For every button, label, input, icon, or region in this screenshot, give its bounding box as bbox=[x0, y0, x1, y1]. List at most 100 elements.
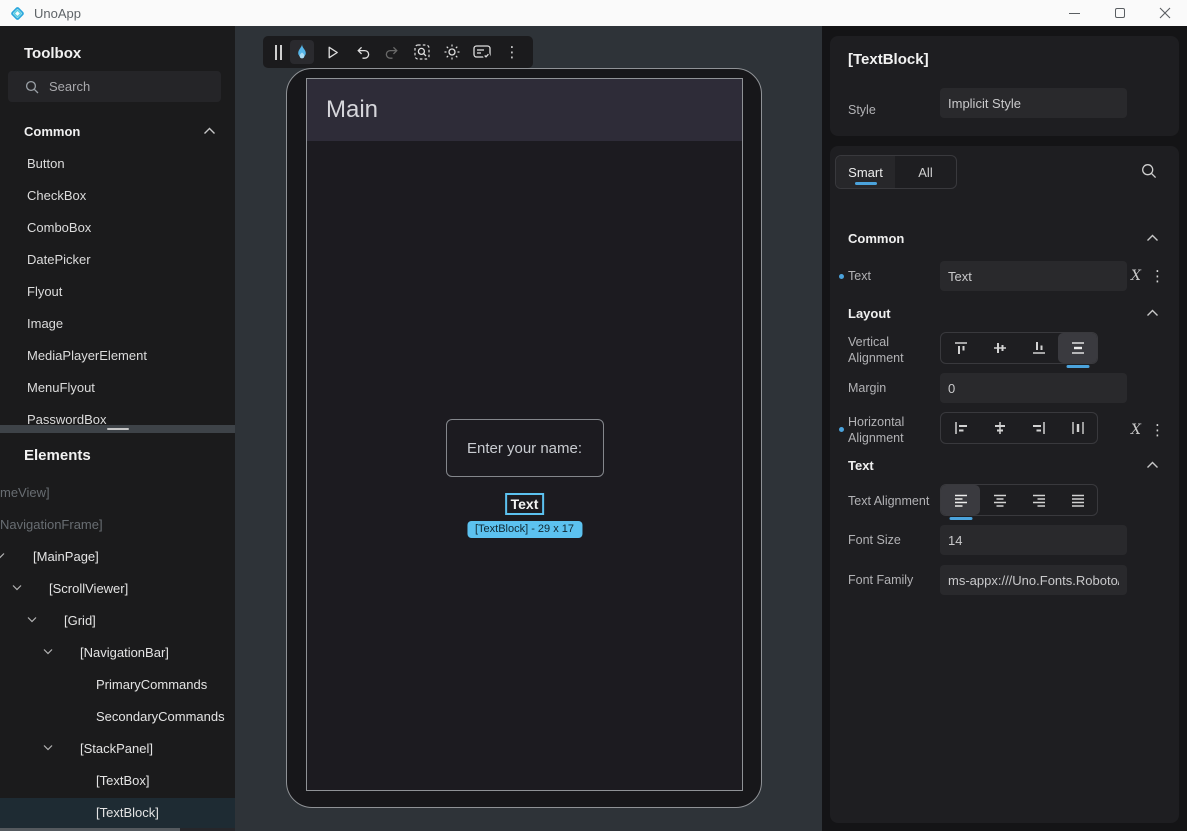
element-header-card: [TextBlock] Style bbox=[830, 36, 1179, 136]
row-vertical-alignment: Vertical Alignment bbox=[830, 332, 1179, 368]
align-left-icon bbox=[952, 419, 970, 437]
textalign-center-button[interactable] bbox=[980, 485, 1019, 515]
textalign-left-button[interactable] bbox=[941, 485, 980, 515]
tree-item-primarycommands[interactable]: PrimaryCommands bbox=[0, 670, 235, 700]
toolbox-item-combobox[interactable]: ComboBox bbox=[0, 212, 235, 242]
section-common[interactable]: Common bbox=[830, 228, 1179, 252]
form-check-button[interactable] bbox=[470, 40, 494, 64]
font-family-input[interactable] bbox=[940, 565, 1127, 595]
tab-all[interactable]: All bbox=[895, 156, 956, 188]
row-horizontal-alignment: Horizontal Alignment X bbox=[830, 412, 1179, 448]
chevron-up-icon bbox=[203, 127, 216, 135]
textalign-right-button[interactable] bbox=[1019, 485, 1058, 515]
inspect-button[interactable] bbox=[410, 40, 434, 64]
kebab-icon: ⋮ bbox=[505, 45, 520, 60]
chevron-up-icon bbox=[1146, 461, 1159, 469]
align-vcenter-icon bbox=[991, 339, 1009, 357]
sun-icon bbox=[443, 43, 461, 61]
toolbox-item-flyout[interactable]: Flyout bbox=[0, 276, 235, 306]
vertical-alignment-group bbox=[940, 332, 1098, 364]
active-tab-underline bbox=[855, 182, 877, 185]
minimize-button[interactable] bbox=[1052, 0, 1097, 26]
chevron-down-icon bbox=[27, 616, 37, 623]
text-align-center-icon bbox=[991, 491, 1009, 509]
valign-top-button[interactable] bbox=[941, 333, 980, 363]
style-input[interactable] bbox=[940, 88, 1127, 118]
tree-item-textblock-selected[interactable]: [TextBlock] bbox=[0, 798, 235, 828]
chevron-up-icon bbox=[1146, 309, 1159, 317]
design-textblock-selected[interactable]: Text bbox=[505, 493, 545, 515]
margin-input[interactable] bbox=[940, 373, 1127, 403]
chevron-up-icon bbox=[1146, 234, 1159, 242]
design-textbox[interactable]: Enter your name: bbox=[446, 419, 604, 477]
toolbox-item-datepicker[interactable]: DatePicker bbox=[0, 244, 235, 274]
design-canvas: ⋮ Main Enter your name: Text [TextBlock]… bbox=[235, 26, 822, 831]
app-navbar: Main bbox=[307, 79, 742, 141]
style-label: Style bbox=[848, 103, 876, 117]
tree-item-scrollviewer[interactable]: [ScrollViewer] bbox=[0, 574, 235, 604]
toolbox-item-checkbox[interactable]: CheckBox bbox=[0, 180, 235, 210]
tree-item-textbox[interactable]: [TextBox] bbox=[0, 766, 235, 796]
selected-underline bbox=[1066, 365, 1089, 368]
kebab-icon[interactable]: ⋮ bbox=[1150, 423, 1165, 438]
tree-item-mainpage[interactable]: [MainPage] bbox=[0, 542, 235, 572]
toolbox-title: Toolbox bbox=[24, 45, 81, 62]
horizontal-alignment-group bbox=[940, 412, 1098, 444]
toolbox-item-mediaplayerelement[interactable]: MediaPlayerElement bbox=[0, 340, 235, 370]
tree-item-navigationframe[interactable]: NavigationFrame] bbox=[0, 510, 235, 540]
row-text: Text X ⋮ bbox=[830, 261, 1179, 291]
valign-stretch-button[interactable] bbox=[1058, 333, 1097, 363]
markup-binding-icon[interactable]: X bbox=[1131, 268, 1141, 284]
valign-bottom-button[interactable] bbox=[1019, 333, 1058, 363]
close-button[interactable] bbox=[1142, 0, 1187, 26]
toolbox-item-image[interactable]: Image bbox=[0, 308, 235, 338]
halign-right-button[interactable] bbox=[1019, 413, 1058, 443]
redo-icon bbox=[384, 44, 401, 61]
tab-smart[interactable]: Smart bbox=[836, 156, 895, 188]
undo-button[interactable] bbox=[350, 40, 374, 64]
markup-binding-icon[interactable]: X bbox=[1131, 422, 1141, 438]
toolbox-section-common[interactable]: Common bbox=[0, 118, 235, 144]
tree-item-frameview[interactable]: meView] bbox=[0, 478, 235, 508]
properties-search-icon[interactable] bbox=[1141, 163, 1157, 179]
selection-size-badge: [TextBlock] - 29 x 17 bbox=[467, 521, 582, 538]
toolbox-search[interactable] bbox=[8, 71, 221, 102]
tree-item-stackpanel[interactable]: [StackPanel] bbox=[0, 734, 235, 764]
text-align-right-icon bbox=[1030, 491, 1048, 509]
row-text-alignment: Text Alignment bbox=[830, 484, 1179, 520]
halign-stretch-button[interactable] bbox=[1058, 413, 1097, 443]
maximize-button[interactable] bbox=[1097, 0, 1142, 26]
halign-left-button[interactable] bbox=[941, 413, 980, 443]
textalign-justify-button[interactable] bbox=[1058, 485, 1097, 515]
font-size-input[interactable] bbox=[940, 525, 1127, 555]
property-tabs: Smart All bbox=[835, 155, 957, 189]
valign-center-button[interactable] bbox=[980, 333, 1019, 363]
hot-design-flame-button[interactable] bbox=[290, 40, 314, 64]
text-value-input[interactable] bbox=[940, 261, 1127, 291]
align-bottom-icon bbox=[1030, 339, 1048, 357]
halign-center-button[interactable] bbox=[980, 413, 1019, 443]
properties-panel: [TextBlock] Style Smart All Common bbox=[822, 26, 1187, 831]
toolbox-item-menuflyout[interactable]: MenuFlyout bbox=[0, 372, 235, 402]
uno-logo-icon bbox=[9, 5, 26, 22]
tree-item-secondarycommands[interactable]: SecondaryCommands bbox=[0, 702, 235, 732]
align-right-icon bbox=[1030, 419, 1048, 437]
toolbox-item-button[interactable]: Button bbox=[0, 148, 235, 178]
tree-item-grid[interactable]: [Grid] bbox=[0, 606, 235, 636]
kebab-icon[interactable]: ⋮ bbox=[1150, 269, 1165, 284]
search-input[interactable] bbox=[49, 79, 199, 94]
panel-splitter[interactable] bbox=[0, 425, 235, 433]
align-top-icon bbox=[952, 339, 970, 357]
theme-toggle-button[interactable] bbox=[440, 40, 464, 64]
section-layout[interactable]: Layout bbox=[830, 303, 1179, 327]
design-toolbar: ⋮ bbox=[263, 36, 533, 68]
tree-item-navigationbar[interactable]: [NavigationBar] bbox=[0, 638, 235, 668]
more-options-button[interactable]: ⋮ bbox=[500, 40, 524, 64]
play-button[interactable] bbox=[320, 40, 344, 64]
form-check-icon bbox=[472, 43, 492, 61]
row-margin: Margin bbox=[830, 373, 1179, 403]
redo-button[interactable] bbox=[380, 40, 404, 64]
section-text[interactable]: Text bbox=[830, 455, 1179, 479]
drag-handle-icon[interactable] bbox=[272, 45, 284, 60]
row-font-family: Font Family bbox=[830, 565, 1179, 595]
